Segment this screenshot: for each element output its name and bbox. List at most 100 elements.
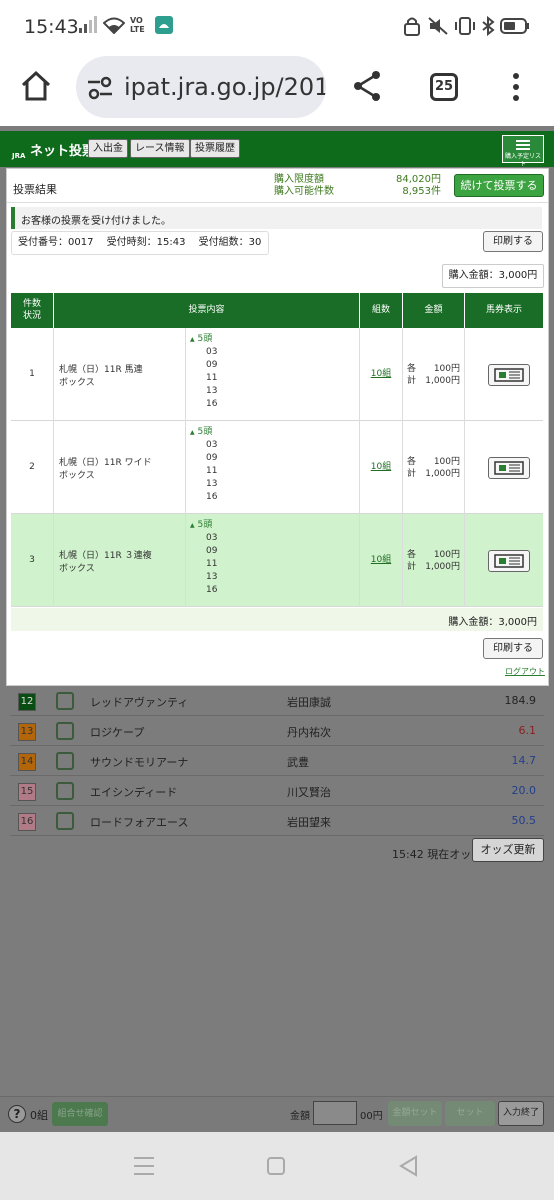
site-settings-icon[interactable] [86, 76, 114, 100]
deposit-button[interactable]: 入出金 [88, 139, 128, 158]
horse-odds: 184.9 [504, 694, 537, 707]
finish-input-button[interactable]: 入力終了 [498, 1101, 544, 1126]
limit-labels: 購入限度額 購入可能件数 [274, 174, 334, 198]
horse-name: レッドアヴァンティ [90, 696, 189, 709]
purchase-list-label: 購入予定リスト [504, 153, 541, 168]
more-menu-icon[interactable] [510, 72, 522, 102]
box-mode[interactable]: ▲ 5頭 [186, 426, 359, 439]
horse-number: 16 [206, 492, 218, 502]
sum-amount: 1,000円 [425, 469, 460, 479]
horse-odds: 50.5 [511, 814, 537, 827]
ticket-view-button[interactable] [488, 457, 530, 479]
ticket-icon [494, 461, 524, 475]
set-button[interactable]: セット [445, 1101, 495, 1126]
ticket-view-button[interactable] [488, 364, 530, 386]
logout-link[interactable]: ログアウト [505, 666, 545, 677]
group-count-cell: 10組 [360, 514, 403, 607]
vote-history-button[interactable]: 投票履歴 [190, 139, 240, 158]
limit-label: 購入限度額 [274, 174, 324, 185]
horse-checkbox[interactable] [56, 752, 74, 770]
box-mode-label: 5頭 [197, 427, 213, 437]
share-icon[interactable] [352, 70, 382, 102]
print-button-bottom[interactable]: 印刷する [483, 638, 543, 659]
combo-check-button[interactable]: 組合せ確認 [52, 1102, 108, 1126]
amount-set-button[interactable]: 金額セット [388, 1101, 442, 1126]
jra-logo-text: ネット投票 [30, 144, 96, 159]
message-accent [11, 207, 15, 229]
box-mode[interactable]: ▲ 5頭 [186, 333, 359, 346]
amount-cell: 各 100円計 1,000円 [403, 514, 465, 607]
divider [7, 202, 548, 203]
tab-switcher-button[interactable]: 25 [430, 73, 458, 101]
horse-number: 09 [206, 453, 218, 463]
status-right-icons [402, 16, 530, 36]
horse-number: 09 [206, 360, 218, 370]
status-left-icons: VO LTE [78, 16, 173, 34]
jockey-name: 岩田望来 [287, 816, 331, 829]
odds-refresh-button[interactable]: オッズ更新 [472, 838, 544, 862]
box-mode-label: 5頭 [197, 334, 213, 344]
continue-voting-button[interactable]: 続けて投票する [454, 174, 544, 197]
race-entry-row: 14 サウンドモリアーナ 武豊 14.7 [10, 747, 544, 776]
each-label: 各 [407, 364, 417, 374]
horse-number: 16 [206, 585, 218, 595]
group-count-link[interactable]: 10組 [371, 369, 391, 379]
sum-amount: 1,000円 [425, 562, 460, 572]
box-mode-label: 5頭 [197, 520, 213, 530]
horse-checkbox[interactable] [56, 782, 74, 800]
horse-odds: 14.7 [511, 754, 537, 767]
home-nav-icon[interactable] [266, 1156, 286, 1176]
horse-number: 16 [206, 399, 218, 409]
bet-horses: ▲ 5頭 03 09 11 13 16 [186, 514, 360, 607]
jockey-name: 丹内祐次 [287, 726, 331, 739]
race-info-button[interactable]: レース情報 [130, 139, 190, 158]
table-body: 1 札幌（日）11R 馬連 ボックス ▲ 5頭 03 09 11 13 16 10組各 100円計 1… [11, 328, 543, 607]
print-button-top[interactable]: 印刷する [483, 231, 543, 252]
collapse-triangle-icon: ▲ [190, 336, 195, 343]
horse-checkbox[interactable] [56, 722, 74, 740]
recent-apps-icon[interactable] [133, 1156, 155, 1176]
signal-icon [79, 16, 97, 33]
bet-race: 札幌（日）11R 馬連 ボックス [54, 328, 186, 421]
group-count-cell: 10組 [360, 421, 403, 514]
group-count-link[interactable]: 10組 [371, 462, 391, 472]
horse-number: 13 [206, 386, 218, 396]
horse-name: サウンドモリアーナ [90, 756, 189, 769]
purchase-total-top: 購入金額：3,000円 [442, 264, 544, 288]
amount-input[interactable] [313, 1101, 357, 1125]
bet-method: ボックス [59, 471, 95, 481]
horse-checkbox[interactable] [56, 692, 74, 710]
horse-number: 15 [18, 783, 36, 801]
collapse-triangle-icon: ▲ [190, 429, 195, 436]
amount-label: 金額 [290, 1111, 310, 1122]
jockey-name: 岩田康誠 [287, 696, 331, 709]
volte-label: VO LTE [130, 16, 145, 34]
sum-label: 計 [407, 562, 417, 572]
group-count-link[interactable]: 10組 [371, 555, 391, 565]
amount-cell: 各 100円計 1,000円 [403, 421, 465, 514]
vibrate-icon [455, 17, 475, 35]
horse-number: 12 [18, 693, 36, 711]
available-label: 購入可能件数 [274, 186, 334, 197]
help-icon[interactable]: ? [8, 1105, 26, 1123]
bet-race: 札幌（日）11R ワイド ボックス [54, 421, 186, 514]
horse-odds: 6.1 [518, 724, 537, 737]
purchase-list-button[interactable]: 購入予定リスト [502, 135, 544, 168]
ticket-view-button[interactable] [488, 550, 530, 572]
vote-table: 件数 状況 投票内容 組数 金額 馬券表示 1 札幌（日）11R 馬連 ボックス ▲ … [11, 293, 543, 607]
jockey-name: 川又賢治 [287, 786, 331, 799]
back-icon[interactable] [398, 1155, 418, 1177]
horse-checkbox[interactable] [56, 812, 74, 830]
horse-number: 11 [206, 559, 218, 569]
limit-value: 84,020円 [396, 174, 441, 185]
group-count-cell: 10組 [360, 328, 403, 421]
box-mode[interactable]: ▲ 5頭 [186, 519, 359, 532]
address-bar[interactable]: ipat.jra.go.jp/2017 [76, 56, 326, 118]
horse-name: ロジケープ [90, 726, 145, 739]
race-entry-row: 13 ロジケープ 丹内祐次 6.1 [10, 717, 544, 746]
home-icon[interactable] [20, 70, 52, 102]
sum-label: 計 [407, 376, 417, 386]
bet-type: 札幌（日）11R ワイド [59, 458, 152, 468]
each-amount: 100円 [433, 364, 460, 374]
header-content: 投票内容 [54, 293, 360, 328]
